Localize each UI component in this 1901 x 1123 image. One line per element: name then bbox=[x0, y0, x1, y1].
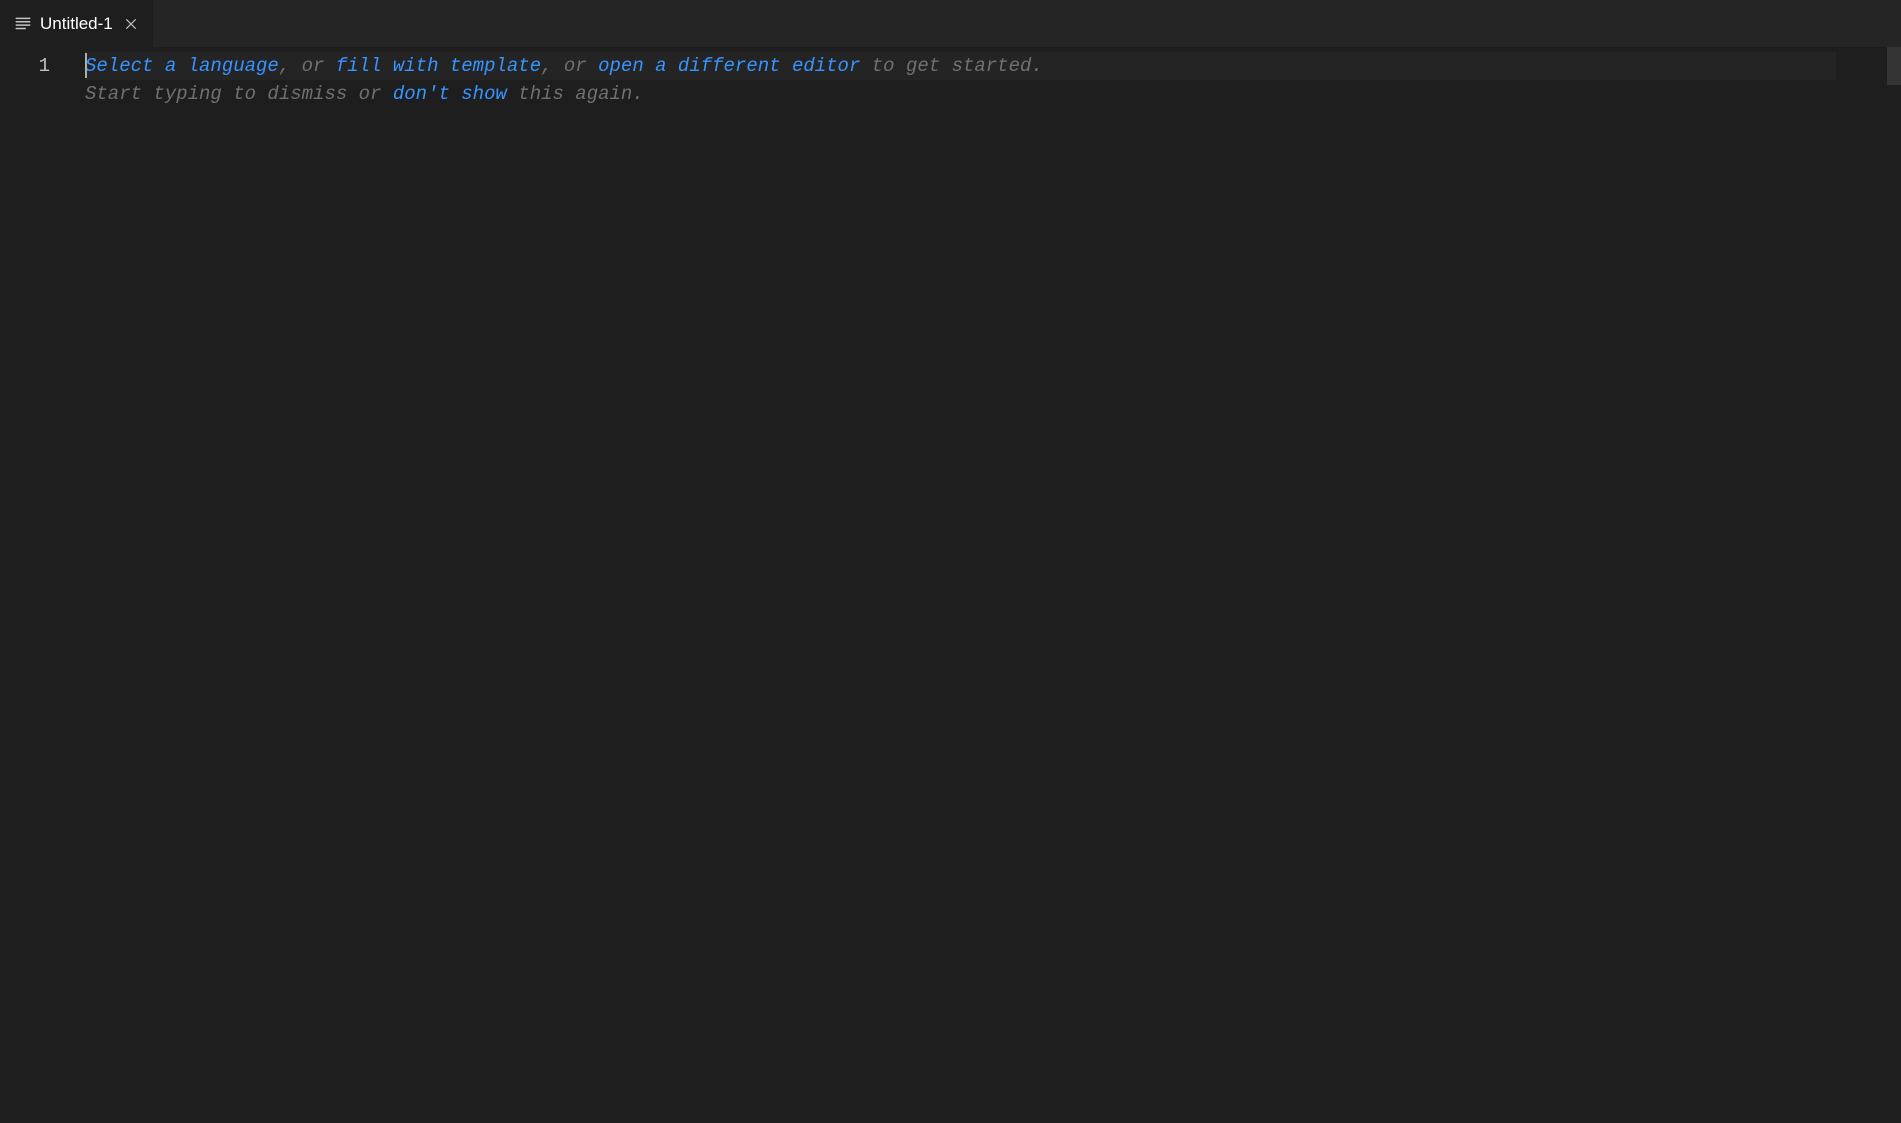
tab-close-button[interactable] bbox=[121, 14, 141, 34]
tab-untitled-1[interactable]: Untitled-1 bbox=[0, 0, 153, 47]
hint-text: , or bbox=[541, 55, 598, 77]
fill-with-template-link[interactable]: fill with template bbox=[336, 55, 541, 77]
file-text-icon bbox=[14, 15, 32, 33]
editor-content[interactable]: Select a language, or fill with template… bbox=[85, 47, 1901, 1123]
hint-text: this again. bbox=[507, 83, 644, 105]
open-different-editor-link[interactable]: open a different editor bbox=[598, 55, 860, 77]
tab-bar: Untitled-1 bbox=[0, 0, 1901, 47]
line-number-gutter: 1 bbox=[0, 47, 85, 1123]
hint-text: to get started. bbox=[860, 55, 1042, 77]
editor-area[interactable]: 1 Select a language, or fill with templa… bbox=[0, 47, 1901, 1123]
line-number: 1 bbox=[0, 52, 85, 80]
tab-label: Untitled-1 bbox=[40, 14, 113, 34]
editor-hint-line-2: Start typing to dismiss or don't show th… bbox=[85, 80, 1901, 108]
close-icon bbox=[124, 17, 138, 31]
hint-text: , or bbox=[279, 55, 336, 77]
editor-hint-line-1: Select a language, or fill with template… bbox=[85, 52, 1901, 80]
text-cursor bbox=[85, 53, 87, 78]
vertical-scrollbar-thumb[interactable] bbox=[1887, 47, 1901, 85]
hint-text: Start typing to dismiss or bbox=[85, 83, 393, 105]
dont-show-link[interactable]: don't show bbox=[393, 83, 507, 105]
select-language-link[interactable]: Select a language bbox=[85, 55, 279, 77]
